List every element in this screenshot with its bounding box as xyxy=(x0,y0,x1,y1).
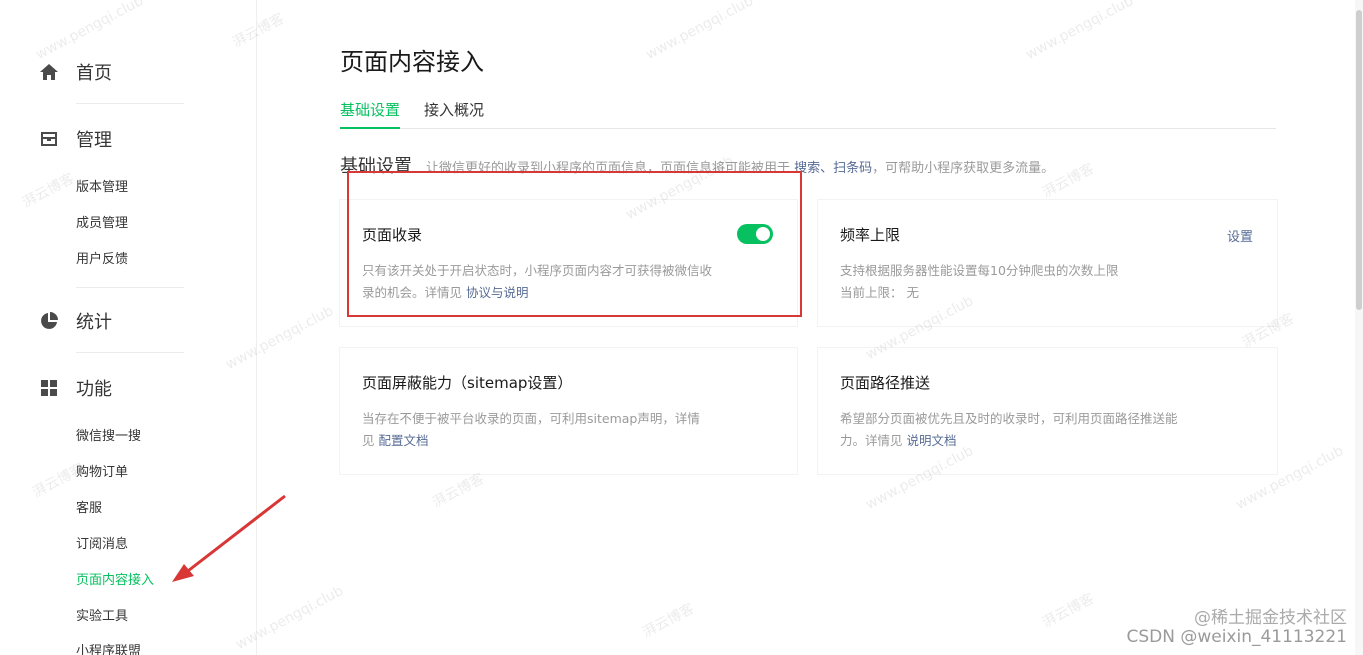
card-rate-limit: 频率上限 设置 支持根据服务器性能设置每10分钟爬虫的次数上限 当前上限： 无 xyxy=(818,200,1277,326)
sidebar-item-home[interactable]: 首页 xyxy=(38,60,188,84)
rate-limit-settings-link[interactable]: 设置 xyxy=(1227,226,1253,245)
tab-bar: 基础设置 接入概况 xyxy=(340,100,1276,129)
sidebar-subitem-orders[interactable]: 购物订单 xyxy=(76,464,128,482)
annotation-arrow-icon xyxy=(172,494,286,582)
page-scrollbar[interactable] xyxy=(1355,0,1363,655)
card-title: 频率上限 xyxy=(840,226,901,244)
tab-basic-settings[interactable]: 基础设置 xyxy=(340,100,401,129)
card-description: 当存在不便于被平台收录的页面，可利用sitemap声明，详情见 配置文档 xyxy=(362,408,702,452)
scrollbar-thumb[interactable] xyxy=(1356,10,1362,310)
card-title: 页面路径推送 xyxy=(840,374,931,392)
section-desc-suffix: ，可帮助小程序获取更多流量。 xyxy=(872,161,1055,176)
card-description: 希望部分页面被优先且及时的收录时，可利用页面路径推送能力。详情见 说明文档 xyxy=(840,408,1190,452)
grid-icon xyxy=(38,377,60,399)
sidebar-divider xyxy=(76,352,184,353)
sidebar-item-label: 首页 xyxy=(76,63,112,84)
current-limit: 当前上限： 无 xyxy=(840,282,1200,304)
sidebar-subitem-members[interactable]: 成员管理 xyxy=(76,215,128,233)
sidebar-subitem-customer-service[interactable]: 客服 xyxy=(76,500,102,518)
sidebar-subitem-feedback[interactable]: 用户反馈 xyxy=(76,251,128,269)
current-limit-label: 当前上限： xyxy=(840,285,903,300)
watermark: www.pengqi.club xyxy=(643,0,757,64)
card-path-push: 页面路径推送 希望部分页面被优先且及时的收录时，可利用页面路径推送能力。详情见 … xyxy=(818,348,1277,474)
csdn-watermark: CSDN @weixin_41113221 xyxy=(1126,627,1347,647)
section-desc-highlight: 搜索、扫条码 xyxy=(794,161,873,176)
watermark: www.pengqi.club xyxy=(1023,0,1137,64)
card-desc-text: 支持根据服务器性能设置每10分钟爬虫的次数上限 xyxy=(840,263,1119,278)
pie-chart-icon xyxy=(38,310,60,332)
sidebar-subitem-lab-tools[interactable]: 实验工具 xyxy=(76,608,128,626)
sidebar-subitem-union[interactable]: 小程序联盟 xyxy=(76,643,141,655)
sidebar-item-manage[interactable]: 管理 xyxy=(38,127,188,151)
current-limit-value: 无 xyxy=(906,285,920,300)
sidebar-item-features[interactable]: 功能 xyxy=(38,376,188,400)
card-desc-text: 希望部分页面被优先且及时的收录时，可利用页面路径推送能力。详情见 xyxy=(840,411,1178,448)
watermark: 湃云博客 xyxy=(429,470,487,512)
config-doc-link[interactable]: 配置文档 xyxy=(379,433,429,448)
watermark: 湃云博客 xyxy=(639,600,697,642)
inbox-icon xyxy=(38,128,60,150)
sidebar-subitem-page-content[interactable]: 页面内容接入 xyxy=(76,572,154,590)
card-sitemap: 页面屏蔽能力（sitemap设置） 当存在不便于被平台收录的页面，可利用site… xyxy=(340,348,797,474)
card-title: 页面屏蔽能力（sitemap设置） xyxy=(362,374,573,392)
card-description: 支持根据服务器性能设置每10分钟爬虫的次数上限 当前上限： 无 xyxy=(840,260,1200,304)
watermark: 湃云博客 xyxy=(1039,590,1097,632)
sidebar-item-stats[interactable]: 统计 xyxy=(38,309,188,333)
sidebar-divider xyxy=(76,103,184,104)
corner-watermark: @稀土掘金技术社区 xyxy=(1194,608,1347,628)
sidebar-subitem-subscribe-message[interactable]: 订阅消息 xyxy=(76,536,128,554)
sidebar-subitem-wechat-search[interactable]: 微信搜一搜 xyxy=(76,428,141,446)
explain-doc-link[interactable]: 说明文档 xyxy=(907,433,957,448)
sidebar-subitem-version[interactable]: 版本管理 xyxy=(76,179,128,197)
page: 首页 管理 版本管理 成员管理 用户反馈 统计 功能 微信搜一搜 购物订单 客服… xyxy=(0,0,1363,655)
page-title: 页面内容接入 xyxy=(340,48,484,76)
tab-access-overview[interactable]: 接入概况 xyxy=(424,100,484,127)
sidebar-divider xyxy=(76,287,184,288)
annotation-highlight-box xyxy=(347,171,802,317)
home-icon xyxy=(38,61,60,83)
sidebar-item-label: 管理 xyxy=(76,130,112,151)
sidebar-item-label: 统计 xyxy=(76,312,112,333)
sidebar-item-label: 功能 xyxy=(76,379,112,400)
